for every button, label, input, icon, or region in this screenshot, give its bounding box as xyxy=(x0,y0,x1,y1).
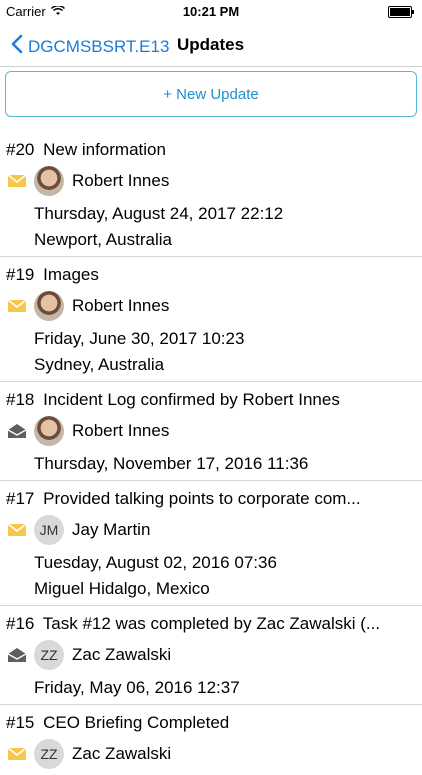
update-title: Incident Log confirmed by Robert Innes xyxy=(43,390,340,409)
author-name: Robert Innes xyxy=(72,171,170,190)
update-title-row: #19 Images xyxy=(0,257,422,285)
update-number: #19 xyxy=(6,265,35,284)
envelope-open-icon xyxy=(0,424,34,438)
new-update-button[interactable]: + New Update xyxy=(5,71,417,117)
back-label: DGCMSBSRT.E13 xyxy=(28,36,170,56)
author-name: Jay Martin xyxy=(72,520,151,539)
avatar: JM xyxy=(34,515,64,545)
update-date: Thursday, November 17, 2016 11:36 xyxy=(34,454,309,473)
update-title: Images xyxy=(43,265,99,284)
update-title-row: #15 CEO Briefing Completed xyxy=(0,705,422,733)
update-meta: ZZ Zac Zawalski xyxy=(0,640,422,670)
update-meta: JM Jay Martin xyxy=(0,515,422,545)
update-title: New information xyxy=(43,140,166,159)
page-title: Updates xyxy=(177,35,245,54)
update-date: Friday, June 30, 2017 10:23 xyxy=(34,329,245,348)
chevron-left-icon xyxy=(10,34,24,59)
list-item[interactable]: #20 New information Robert Innes Thursda… xyxy=(0,132,422,257)
update-meta: ZZ Zac Zawalski xyxy=(0,739,422,769)
update-meta: Robert Innes xyxy=(0,166,422,196)
update-date: Thursday, August 24, 2017 22:12 xyxy=(34,204,284,223)
list-item[interactable]: #15 CEO Briefing Completed ZZ Zac Zawals… xyxy=(0,705,422,775)
update-title-row: #17 Provided talking points to corporate… xyxy=(0,481,422,509)
envelope-icon xyxy=(0,175,34,187)
author-name: Zac Zawalski xyxy=(72,645,172,664)
update-meta: Robert Innes xyxy=(0,291,422,321)
updates-list: #20 New information Robert Innes Thursda… xyxy=(0,132,422,775)
update-title: Task #12 was completed by Zac Zawalski (… xyxy=(42,614,381,633)
battery-icon xyxy=(388,6,414,18)
envelope-open-icon xyxy=(0,648,34,662)
avatar: ZZ xyxy=(34,640,64,670)
status-bar: Carrier 10:21 PM xyxy=(0,0,422,22)
update-location: Sydney, Australia xyxy=(34,355,165,374)
update-date: Friday, May 06, 2016 12:37 xyxy=(34,678,240,697)
update-title-row: #18 Incident Log confirmed by Robert Inn… xyxy=(0,382,422,410)
list-item[interactable]: #16 Task #12 was completed by Zac Zawals… xyxy=(0,606,422,705)
update-number: #18 xyxy=(6,390,35,409)
update-location: Newport, Australia xyxy=(34,230,172,249)
avatar xyxy=(34,291,64,321)
avatar: ZZ xyxy=(34,739,64,769)
update-number: #16 xyxy=(6,614,35,633)
avatar xyxy=(34,416,64,446)
author-name: Robert Innes xyxy=(72,296,170,315)
update-date: Tuesday, August 02, 2016 07:36 xyxy=(34,553,277,572)
update-title: CEO Briefing Completed xyxy=(43,713,230,732)
update-location: Miguel Hidalgo, Mexico xyxy=(34,579,210,598)
back-button[interactable]: DGCMSBSRT.E13 xyxy=(10,34,169,59)
update-title-row: #16 Task #12 was completed by Zac Zawals… xyxy=(0,606,422,634)
update-number: #15 xyxy=(6,713,35,732)
avatar xyxy=(34,166,64,196)
navigation-bar: DGCMSBSRT.E13 Updates xyxy=(0,22,422,67)
update-number: #20 xyxy=(6,140,35,159)
status-time: 10:21 PM xyxy=(182,4,240,19)
envelope-icon xyxy=(0,300,34,312)
list-item[interactable]: #19 Images Robert Innes Friday, June 30,… xyxy=(0,257,422,382)
envelope-icon xyxy=(0,524,34,536)
list-item[interactable]: #18 Incident Log confirmed by Robert Inn… xyxy=(0,382,422,481)
update-title: Provided talking points to corporate com… xyxy=(43,489,361,508)
author-name: Robert Innes xyxy=(72,421,170,440)
list-item[interactable]: #17 Provided talking points to corporate… xyxy=(0,481,422,606)
update-title-row: #20 New information xyxy=(0,132,422,160)
author-name: Zac Zawalski xyxy=(72,744,172,763)
update-meta: Robert Innes xyxy=(0,416,422,446)
update-number: #17 xyxy=(6,489,35,508)
